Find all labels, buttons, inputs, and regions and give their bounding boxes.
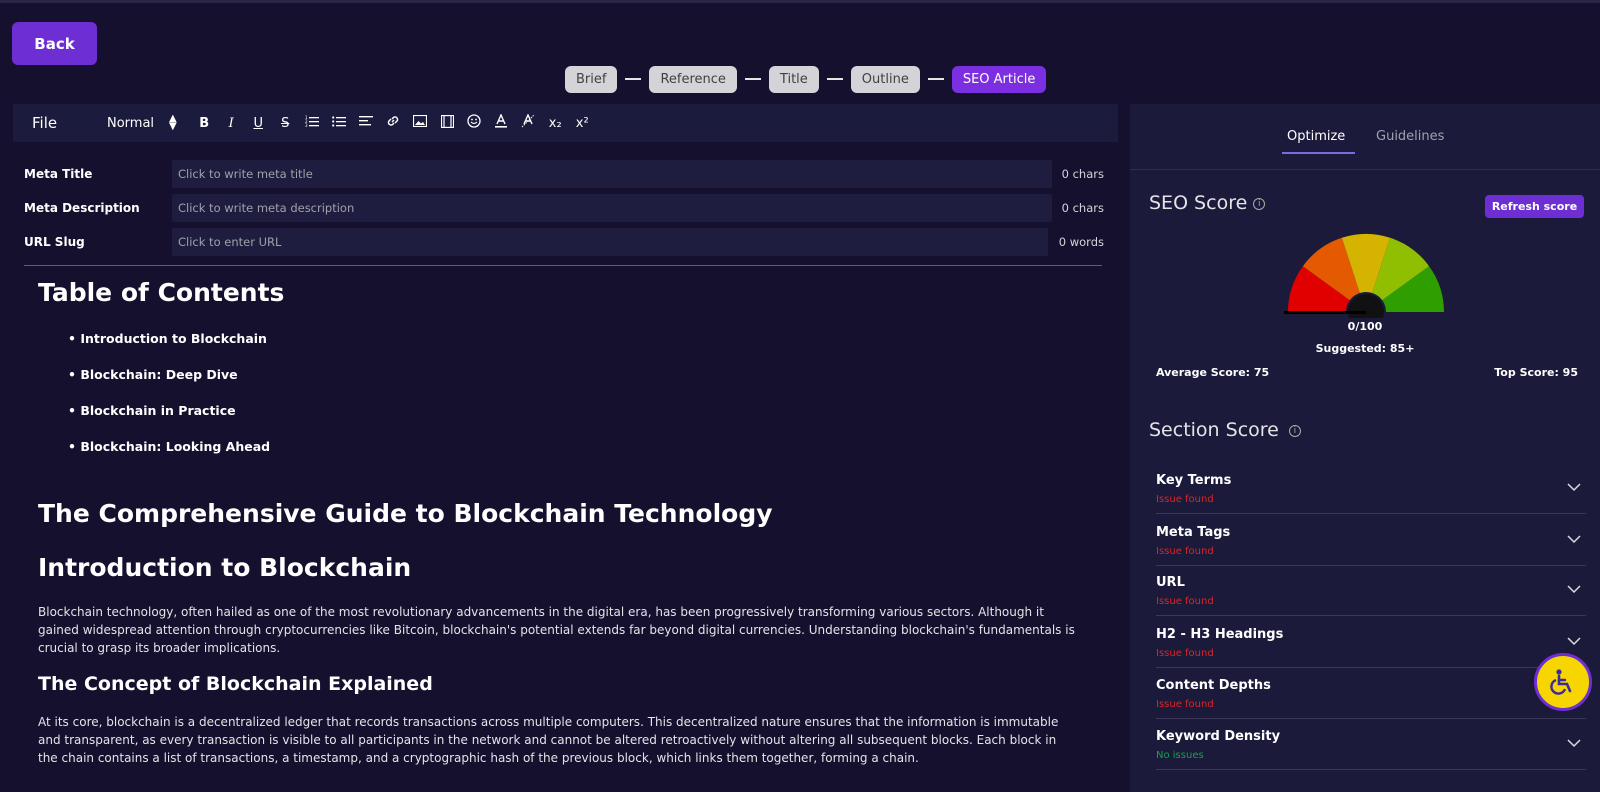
link-icon[interactable] [380,114,407,132]
toc-list: Introduction to Blockchain Blockchain: D… [68,321,1078,465]
seo-score-value: 0/100 [1347,320,1383,333]
step-brief[interactable]: Brief [565,65,618,93]
chevron-down-icon[interactable] [1566,531,1582,547]
chevron-down-icon[interactable] [1566,581,1582,597]
meta-title-count: 0 chars [1061,167,1104,181]
bullet-list-icon[interactable] [326,115,353,131]
underline-icon[interactable]: U [245,116,272,131]
section-score-title: Section Score i [1149,419,1301,441]
meta-description-row: Meta Description Click to write meta des… [24,194,1104,222]
article-body[interactable]: Table of Contents Introduction to Blockc… [38,278,1078,767]
text-style-select[interactable]: Normal [107,116,169,131]
section-row-key-terms[interactable]: Key Terms Issue found [1156,463,1586,514]
meta-description-input[interactable]: Click to write meta description [172,194,1052,222]
step-outline[interactable]: Outline [850,65,920,93]
toc-heading: Table of Contents [38,278,285,307]
svg-text:3: 3 [305,123,308,127]
refresh-score-button[interactable]: Refresh score [1485,195,1584,218]
wheelchair-icon [1550,669,1572,695]
step-reference[interactable]: Reference [649,65,737,93]
chevron-down-icon[interactable] [1566,735,1582,751]
section-name: Key Terms [1156,473,1232,488]
section-row-meta-tags[interactable]: Meta Tags Issue found [1156,515,1586,566]
intro-heading: Introduction to Blockchain [38,553,412,582]
chevron-down-icon[interactable] [1566,633,1582,649]
select-arrows-icon[interactable]: ▲ ▼ [169,114,177,132]
url-slug-count: 0 words [1058,235,1104,249]
superscript-icon[interactable]: x² [569,116,596,131]
text-color-icon[interactable] [488,113,515,132]
section-status: Issue found [1156,699,1214,710]
toc-item[interactable]: Blockchain in Practice [68,393,1078,429]
meta-description-count: 0 chars [1061,201,1104,215]
step-seo-article[interactable]: SEO Article [951,65,1047,93]
strikethrough-icon[interactable]: S [272,116,299,131]
step-connector [744,78,761,80]
seo-gauge [1284,233,1444,318]
section-row-keyword-density[interactable]: Keyword Density No issues [1156,719,1586,770]
subscript-icon[interactable]: x₂ [542,116,569,131]
panel-tabs: Optimize Guidelines [1130,104,1600,170]
section-name: Content Depths [1156,678,1271,693]
video-icon[interactable] [434,114,461,132]
tab-optimize[interactable]: Optimize [1287,129,1345,144]
toc-item[interactable]: Blockchain: Looking Ahead [68,429,1078,465]
section-status: Issue found [1156,648,1214,659]
emoji-icon[interactable] [461,114,488,132]
section-name: URL [1156,575,1185,590]
progress-steps: Brief Reference Title Outline SEO Articl… [565,65,1047,93]
accessibility-button[interactable] [1534,653,1592,711]
tab-guidelines[interactable]: Guidelines [1376,129,1444,144]
meta-title-input[interactable]: Click to write meta title [172,160,1052,188]
info-icon[interactable]: i [1253,197,1266,210]
top-score: Top Score: 95 [1494,366,1578,379]
toc-item[interactable]: Introduction to Blockchain [68,321,1078,357]
url-slug-input[interactable]: Click to enter URL [172,228,1048,256]
article-title: The Comprehensive Guide to Blockchain Te… [38,499,773,528]
concept-heading: The Concept of Blockchain Explained [38,673,433,695]
file-menu[interactable]: File [32,114,92,132]
section-name: H2 - H3 Headings [1156,627,1284,642]
url-slug-label: URL Slug [24,235,85,249]
seo-panel: Optimize Guidelines SEO Score i Refresh s… [1130,104,1600,792]
step-title[interactable]: Title [768,65,819,93]
chevron-down-icon[interactable] [1566,479,1582,495]
toc-item[interactable]: Blockchain: Deep Dive [68,357,1078,393]
step-connector [625,78,642,80]
seo-score-title: SEO Score i [1149,192,1266,214]
italic-icon[interactable]: I [218,116,245,131]
intro-paragraph: Blockchain technology, often hailed as o… [38,605,1075,655]
tab-underline [1282,152,1355,154]
meta-title-row: Meta Title Click to write meta title 0 c… [24,160,1104,188]
editor-divider [24,265,1102,266]
bold-icon[interactable]: B [191,116,218,131]
section-score-label: Section Score [1149,419,1279,441]
align-left-icon[interactable] [353,115,380,131]
meta-title-label: Meta Title [24,167,93,181]
average-score: Average Score: 75 [1156,366,1270,379]
section-row-url[interactable]: URL Issue found [1156,565,1586,616]
concept-paragraph: At its core, blockchain is a decentraliz… [38,715,1059,765]
suggested-score: Suggested: 85+ [1315,342,1415,355]
section-row-content-depths[interactable]: Content Depths Issue found [1156,668,1586,719]
clear-format-icon[interactable] [515,113,542,132]
info-icon[interactable]: i [1288,424,1301,437]
image-icon[interactable] [407,114,434,131]
section-row-headings[interactable]: H2 - H3 Headings Issue found [1156,617,1586,668]
section-status: Issue found [1156,546,1214,557]
meta-description-label: Meta Description [24,201,140,215]
back-button[interactable]: Back [12,22,97,65]
section-name: Meta Tags [1156,525,1231,540]
editor-toolbar: File Normal ▲ ▼ B I U S 123 x₂ x² [13,104,1118,142]
section-status: Issue found [1156,596,1214,607]
seo-score-label: SEO Score [1149,192,1248,214]
section-name: Keyword Density [1156,729,1281,744]
section-status: No issues [1156,750,1204,761]
step-connector [927,78,944,80]
ordered-list-icon[interactable]: 123 [299,115,326,131]
url-slug-row: URL Slug Click to enter URL 0 words [24,228,1104,256]
section-status: Issue found [1156,494,1214,505]
step-connector [826,78,843,80]
